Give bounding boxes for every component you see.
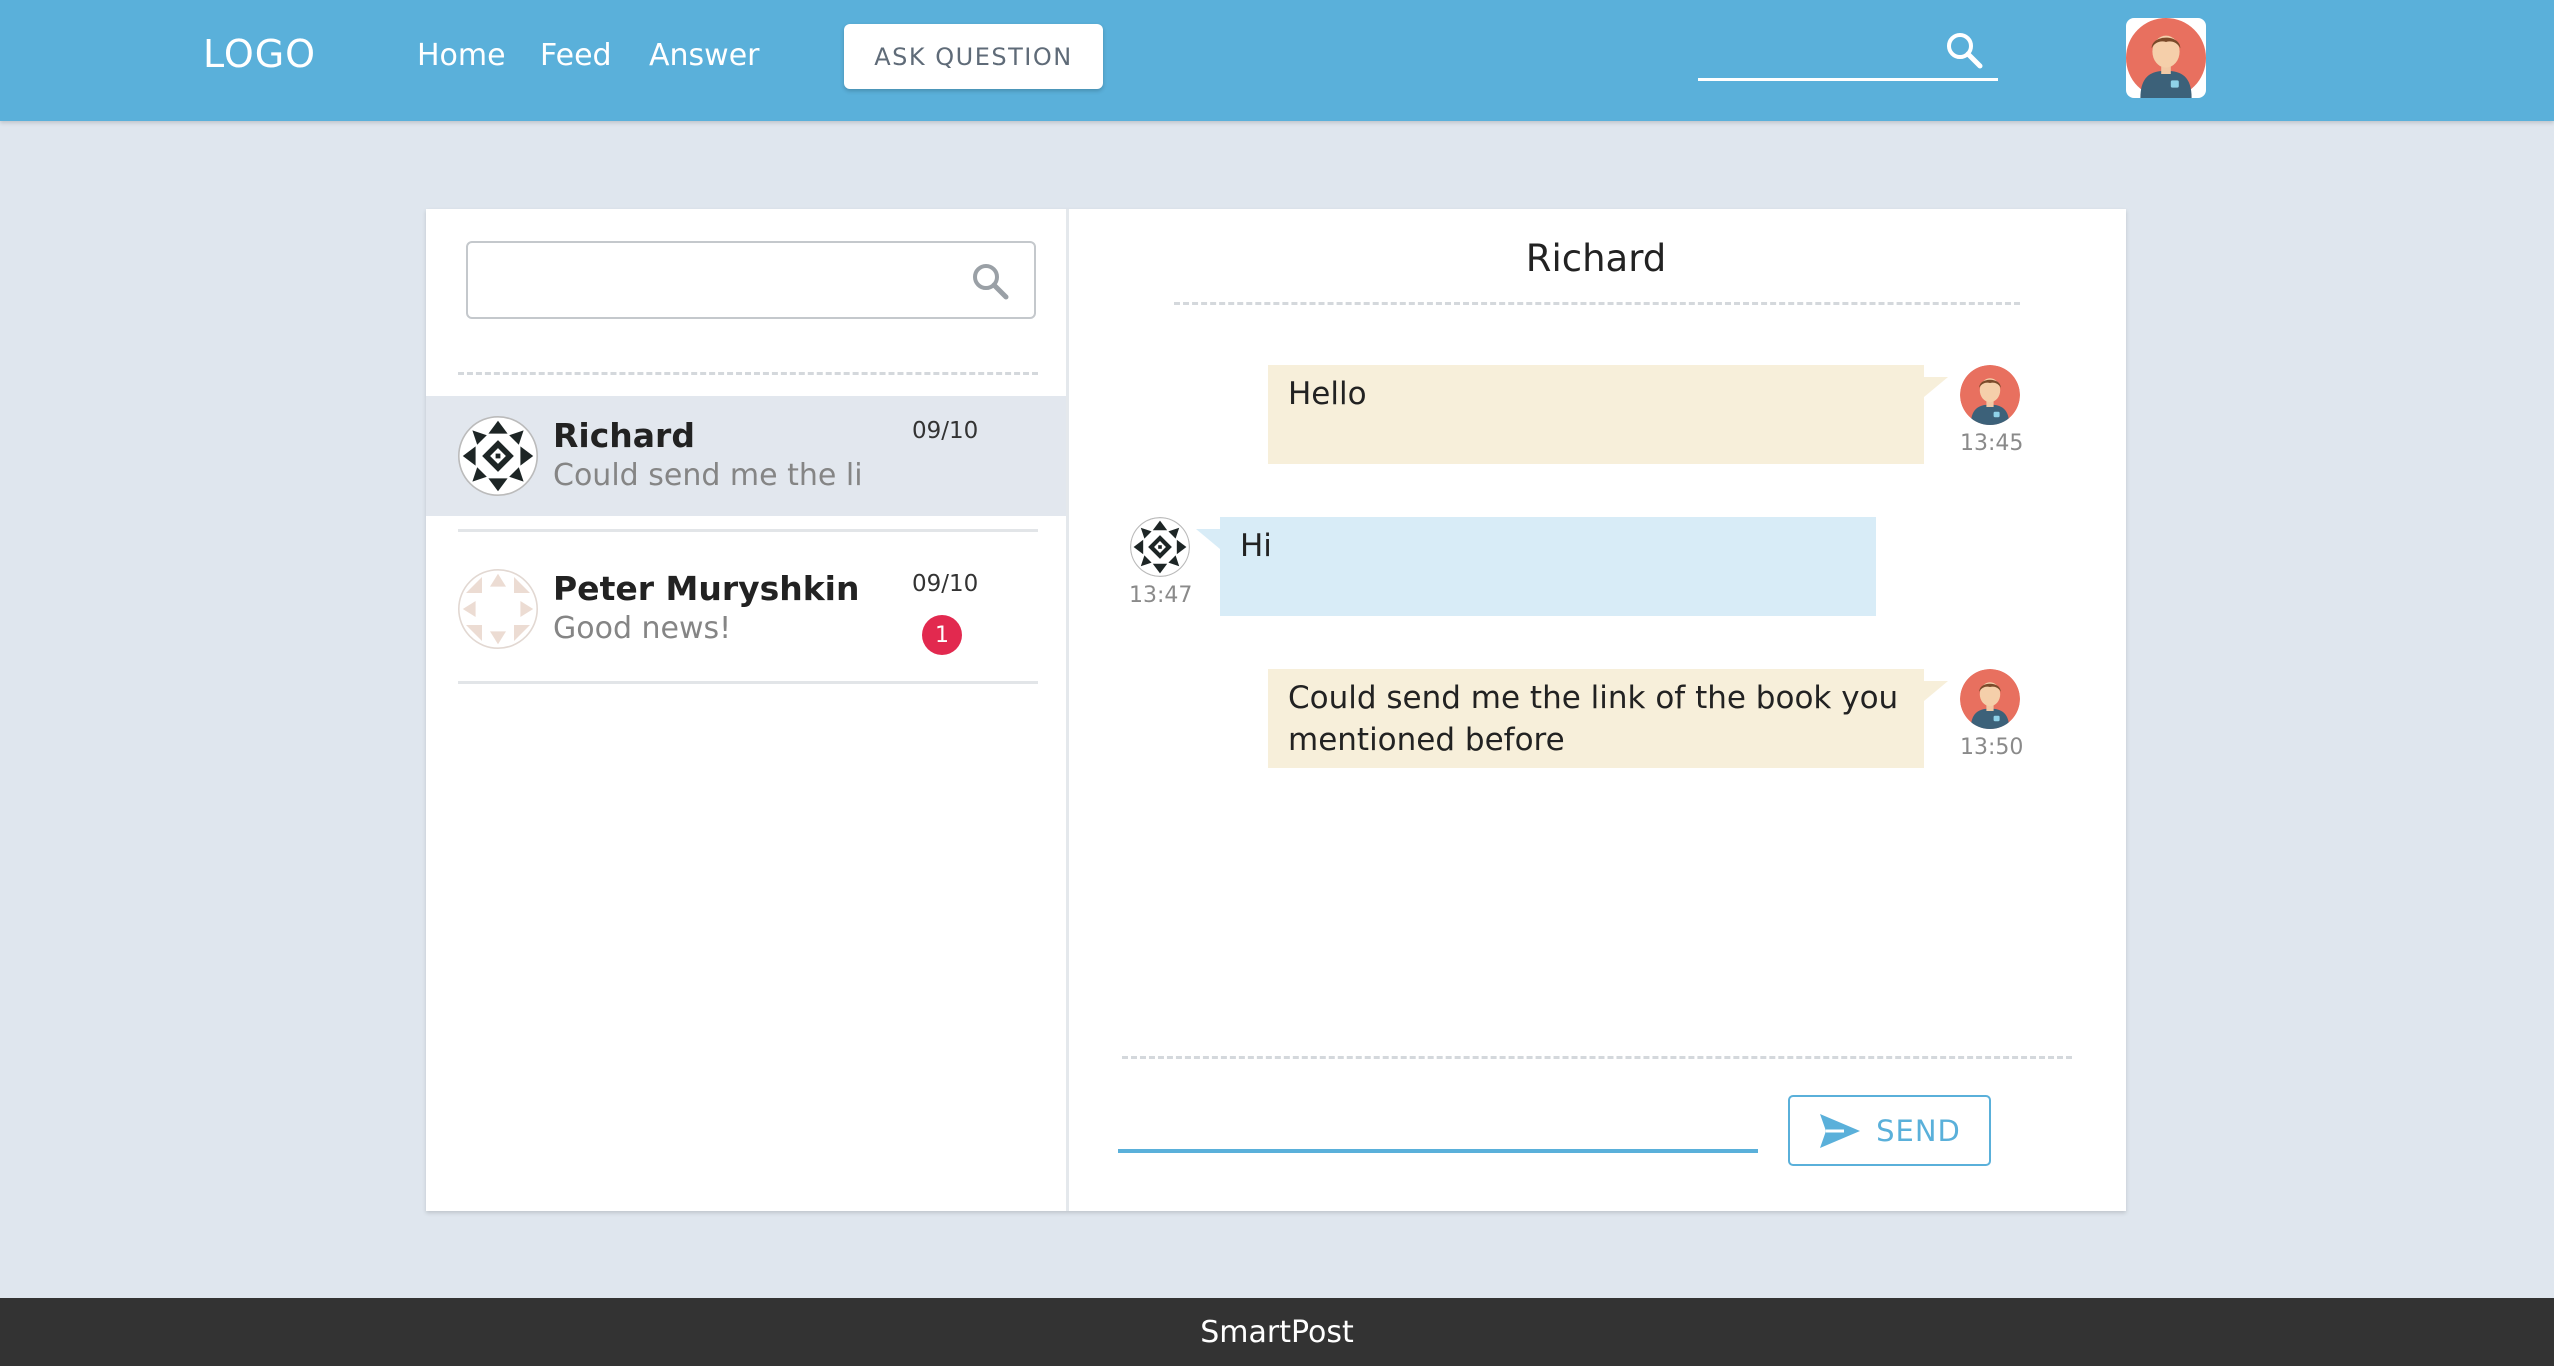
messages-card: Richard Could send me the li... 09/10 Pe… xyxy=(426,209,2126,1211)
conversation-list-pane: Richard Could send me the li... 09/10 Pe… xyxy=(426,209,1069,1211)
logo[interactable]: LOGO xyxy=(203,32,316,76)
header-search-underline xyxy=(1698,78,1998,81)
message-time: 13:50 xyxy=(1960,735,2024,760)
identicon-icon xyxy=(458,569,538,649)
identicon-icon xyxy=(1130,517,1190,577)
footer: SmartPost xyxy=(0,1298,2554,1366)
message-text: Hi xyxy=(1240,528,1272,564)
message-bubble-outgoing: Hello xyxy=(1268,365,1948,464)
message-bubble-incoming: Hi xyxy=(1196,517,1876,616)
divider xyxy=(458,681,1038,684)
send-button[interactable]: SEND xyxy=(1788,1095,1991,1166)
nav-feed-link[interactable]: Feed xyxy=(540,38,612,73)
user-avatar[interactable] xyxy=(2126,18,2206,98)
conversation-search-input[interactable] xyxy=(484,257,958,305)
divider xyxy=(458,529,1038,532)
user-avatar-icon xyxy=(1960,669,2020,729)
send-icon xyxy=(1820,1113,1861,1148)
send-label: SEND xyxy=(1876,1113,1961,1148)
conversation-name: Richard xyxy=(553,416,695,455)
conversation-date: 09/10 xyxy=(912,418,979,444)
user-avatar-icon xyxy=(2126,18,2206,98)
top-navbar: LOGO Home Feed Answer ASK QUESTION xyxy=(0,0,2554,121)
search-icon[interactable] xyxy=(970,261,1010,301)
nav-home-link[interactable]: Home xyxy=(417,38,506,73)
header-search-input[interactable] xyxy=(1698,30,1942,76)
search-icon[interactable] xyxy=(1944,30,1984,70)
conversation-name: Peter Muryshkin xyxy=(553,569,860,608)
ask-question-button[interactable]: ASK QUESTION xyxy=(844,24,1103,89)
conversation-preview: Could send me the li... xyxy=(553,458,863,493)
message-text: Hello xyxy=(1288,376,1367,412)
nav-answer-link[interactable]: Answer xyxy=(649,38,760,73)
message-text: Could send me the link of the book you m… xyxy=(1288,680,1899,758)
message-input[interactable] xyxy=(1122,1095,1756,1145)
identicon-icon xyxy=(458,416,538,496)
conversation-date: 09/10 xyxy=(912,571,979,597)
footer-brand: SmartPost xyxy=(1200,1314,1354,1350)
divider xyxy=(458,372,1038,375)
message-time: 13:45 xyxy=(1960,431,2024,456)
user-avatar-icon xyxy=(1960,365,2020,425)
unread-badge: 1 xyxy=(922,615,962,655)
conversation-search-box[interactable] xyxy=(466,241,1036,319)
chat-header-divider xyxy=(1174,302,2020,305)
chat-title: Richard xyxy=(1525,237,1667,280)
message-time: 13:47 xyxy=(1129,583,1193,608)
conversation-item-richard[interactable]: Richard Could send me the li... 09/10 xyxy=(426,396,1066,516)
composer-divider xyxy=(1122,1056,2072,1059)
message-input-field[interactable] xyxy=(1118,1089,1758,1153)
message-bubble-outgoing: Could send me the link of the book you m… xyxy=(1268,669,1948,768)
conversation-item-peter[interactable]: Peter Muryshkin Good news! 09/10 1 xyxy=(426,549,1066,669)
conversation-preview: Good news! xyxy=(553,611,732,646)
